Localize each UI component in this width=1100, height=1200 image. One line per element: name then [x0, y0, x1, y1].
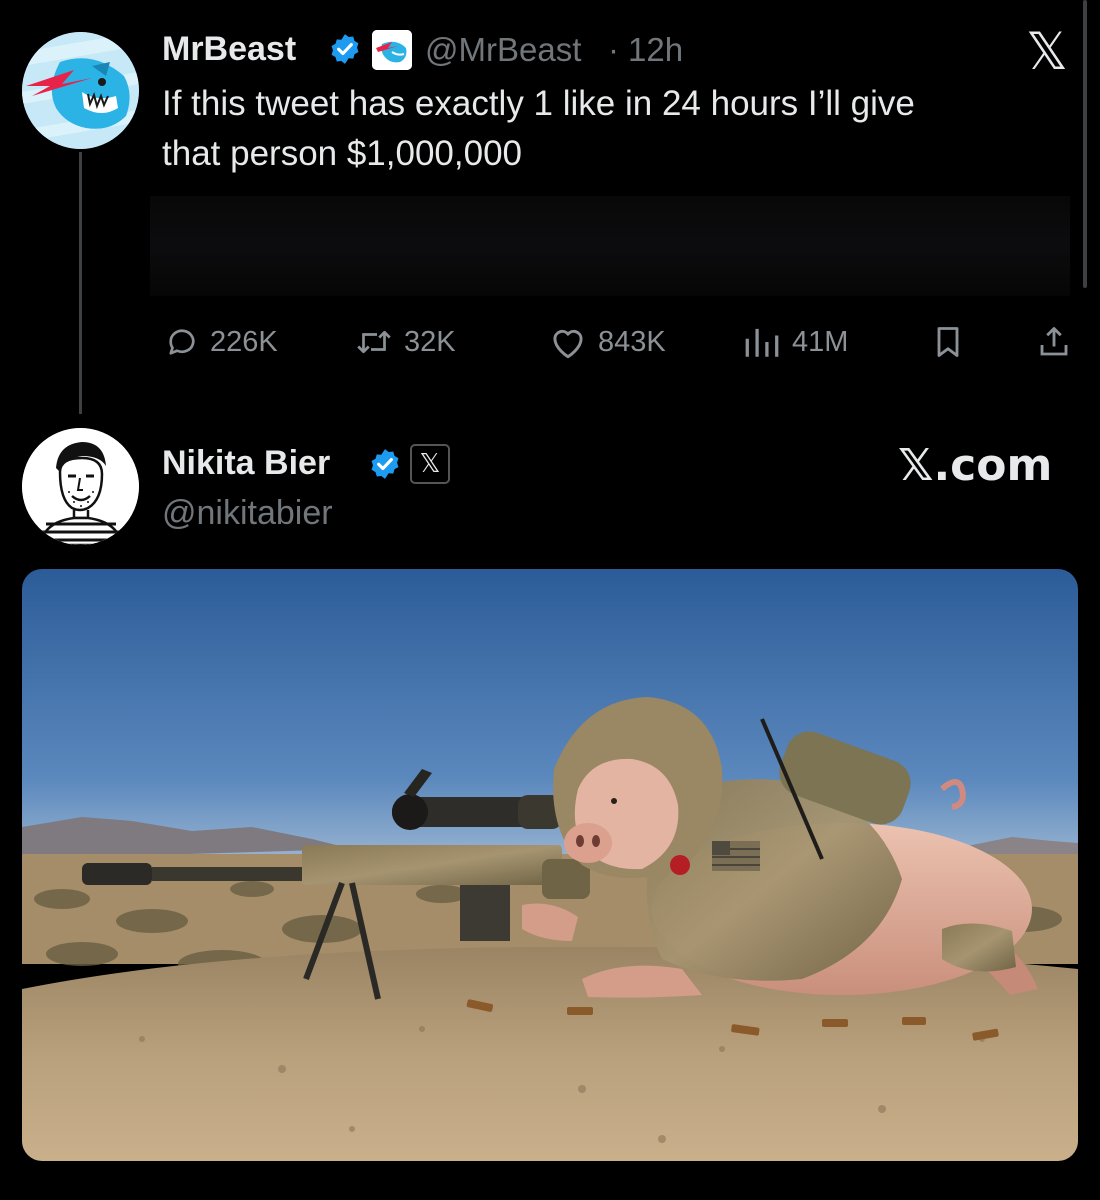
repost-count: 32K: [404, 325, 456, 358]
view-count: 41M: [792, 325, 849, 358]
repost-icon: [357, 330, 391, 354]
views-button[interactable]: 41M: [742, 320, 848, 364]
reply-button[interactable]: 226K: [164, 320, 278, 364]
hidden-media-area: [150, 196, 1070, 296]
like-count: 843K: [598, 325, 666, 358]
reply-handle[interactable]: @nikitabier: [162, 494, 333, 533]
x-logo-icon[interactable]: 𝕏: [1026, 22, 1068, 82]
timestamp[interactable]: 12h: [628, 31, 683, 69]
share-button[interactable]: [1036, 320, 1072, 364]
bookmark-button[interactable]: [930, 320, 966, 364]
tweet-text-line-1: If this tweet has exactly 1 like in 24 h…: [162, 84, 915, 123]
affiliate-badge-icon: [372, 30, 412, 70]
separator: ·: [608, 31, 619, 68]
handle[interactable]: @MrBeast: [425, 31, 581, 69]
cartoon-portrait-icon: [22, 428, 139, 545]
reply-author-name[interactable]: Nikita Bier: [162, 444, 330, 483]
share-icon: [1040, 327, 1068, 356]
x-com-label[interactable]: 𝕏.com: [898, 440, 1052, 491]
like-button[interactable]: 843K: [548, 320, 666, 364]
pig-sniper-photo: [22, 569, 1078, 1161]
reply-count: 226K: [210, 325, 278, 358]
tweet-text-line-2: that person $1,000,000: [162, 134, 523, 173]
x-affiliate-badge-icon: 𝕏: [410, 444, 450, 484]
verified-badge-icon: [368, 447, 402, 481]
heart-icon: [553, 329, 583, 359]
reply-icon: [169, 329, 195, 355]
views-icon: [745, 328, 779, 357]
avatar-nikitabier[interactable]: [22, 428, 139, 545]
thread-connector-line: [79, 152, 82, 414]
reply-media-image[interactable]: [22, 569, 1078, 1161]
bookmark-icon: [937, 327, 959, 357]
scrollbar[interactable]: [1083, 0, 1087, 288]
author-name[interactable]: MrBeast: [162, 30, 296, 69]
repost-button[interactable]: 32K: [354, 320, 456, 364]
mrbeast-logo-icon: [22, 32, 139, 149]
verified-badge-icon: [328, 32, 362, 66]
avatar-mrbeast[interactable]: [22, 32, 139, 149]
